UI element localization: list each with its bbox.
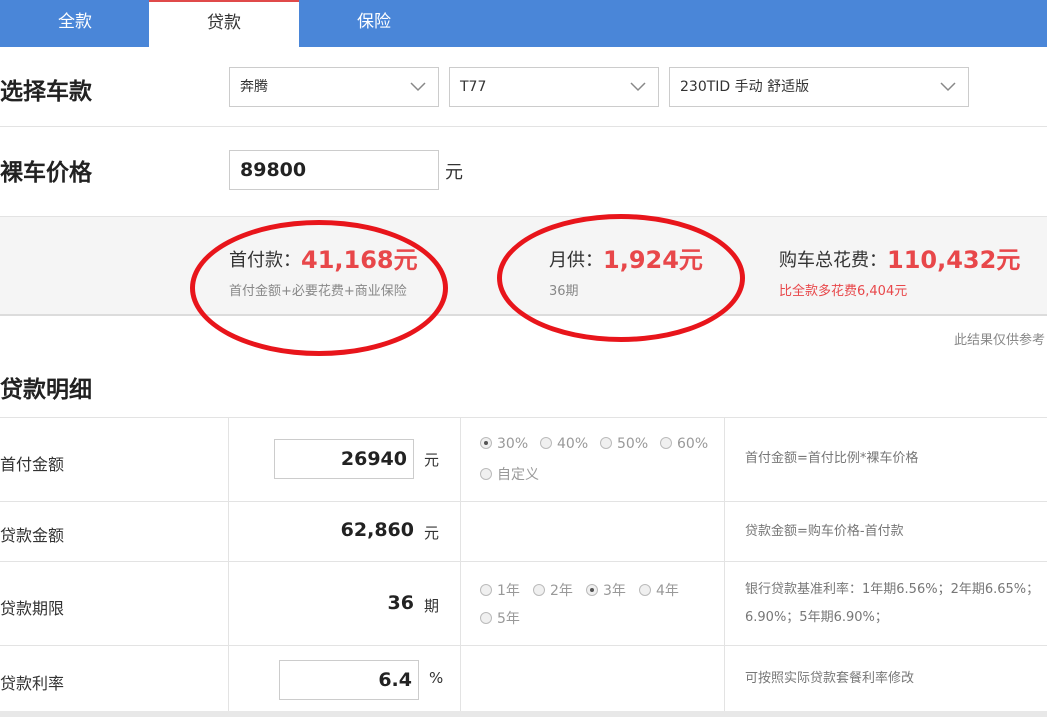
tab-full-payment[interactable]: 全款 xyxy=(0,0,150,47)
bare-price-input[interactable]: 89800 xyxy=(229,150,439,190)
loan-term-1y-radio[interactable]: 1年 xyxy=(480,580,520,600)
radio-dot xyxy=(480,584,492,596)
down-ratio-60-radio[interactable]: 60% xyxy=(660,436,708,452)
radio-label: 30% xyxy=(497,436,529,452)
loan-detail-title: 贷款明细 xyxy=(0,377,92,403)
loan-term-3y-radio[interactable]: 3年 xyxy=(586,580,626,600)
loan-amount-value: 62,860 xyxy=(340,519,414,541)
radio-label: 2年 xyxy=(550,583,573,599)
loan-amount-note: 贷款金额=购车价格-首付款 xyxy=(745,524,904,539)
radio-dot xyxy=(480,468,492,480)
down-payment-label: 首付款： xyxy=(229,250,301,271)
interest-rate-input[interactable]: 6.4 xyxy=(279,660,419,700)
table-border xyxy=(460,417,461,711)
radio-dot xyxy=(533,584,545,596)
interest-rate-unit: % xyxy=(429,669,444,687)
disclaimer-text: 此结果仅供参考 xyxy=(953,333,1045,348)
radio-dot xyxy=(586,584,598,596)
down-amount-note: 首付金额=首付比例*裸车价格 xyxy=(745,451,919,466)
chevron-down-icon xyxy=(410,82,426,92)
down-payment-value: 41,168元 xyxy=(301,246,418,274)
loan-term-label: 贷款期限 xyxy=(0,599,65,618)
brand-select[interactable]: 奔腾 xyxy=(229,67,439,107)
loan-term-note-line1: 银行贷款基准利率：1年期6.56%；2年期6.65%； xyxy=(745,582,1040,597)
down-ratio-40-radio[interactable]: 40% xyxy=(540,436,588,452)
loan-term-unit: 期 xyxy=(424,597,440,615)
brand-select-value: 奔腾 xyxy=(240,79,268,95)
radio-label: 4年 xyxy=(656,583,679,599)
loan-term-4y-radio[interactable]: 4年 xyxy=(639,580,679,600)
total-cost-note: 比全款多花费6,404元 xyxy=(779,284,908,299)
table-border xyxy=(0,501,1047,502)
radio-dot xyxy=(600,437,612,449)
monthly-payment-term: 36期 xyxy=(549,284,579,299)
radio-label: 1年 xyxy=(497,583,520,599)
tab-bar: 全款 贷款 保险 xyxy=(0,0,1047,47)
select-car-label: 选择车款 xyxy=(0,79,92,105)
table-border xyxy=(724,417,725,711)
loan-term-2y-radio[interactable]: 2年 xyxy=(533,580,573,600)
interest-rate-note: 可按照实际贷款套餐利率修改 xyxy=(745,671,915,686)
bare-price-label: 裸车价格 xyxy=(0,160,92,186)
monthly-payment-label: 月供： xyxy=(549,250,603,271)
radio-label: 5年 xyxy=(497,611,520,627)
loan-term-5y-radio[interactable]: 5年 xyxy=(480,608,520,628)
tab-loan[interactable]: 贷款 xyxy=(149,0,299,47)
down-ratio-custom-radio[interactable]: 自定义 xyxy=(480,464,539,484)
down-amount-input[interactable]: 26940 xyxy=(274,439,414,479)
bottom-edge xyxy=(0,711,1047,717)
chevron-down-icon xyxy=(630,82,646,92)
down-ratio-30-radio[interactable]: 30% xyxy=(480,436,528,452)
radio-label: 60% xyxy=(677,436,709,452)
radio-label: 40% xyxy=(557,436,589,452)
down-amount-label: 首付金额 xyxy=(0,455,65,474)
radio-dot xyxy=(540,437,552,449)
radio-dot xyxy=(660,437,672,449)
table-border xyxy=(228,417,229,711)
model-select[interactable]: 230TID 手动 舒适版 xyxy=(669,67,969,107)
loan-amount-unit: 元 xyxy=(424,524,440,542)
total-cost-value: 110,432元 xyxy=(887,246,1021,274)
radio-label: 3年 xyxy=(603,583,626,599)
loan-detail-table: 首付金额 26940 元 30% 40% 50% 60% 自定义 首付金额=首付… xyxy=(0,417,1047,717)
bare-price-unit: 元 xyxy=(445,162,463,183)
loan-term-value: 36 xyxy=(387,592,414,614)
tab-insurance[interactable]: 保险 xyxy=(299,0,449,47)
series-select-value: T77 xyxy=(460,79,487,95)
model-select-value: 230TID 手动 舒适版 xyxy=(680,79,810,95)
table-border xyxy=(0,645,1047,646)
down-amount-unit: 元 xyxy=(424,451,440,469)
monthly-payment-value: 1,924元 xyxy=(603,246,703,274)
radio-label: 50% xyxy=(617,436,649,452)
divider xyxy=(0,126,1047,127)
radio-dot xyxy=(480,437,492,449)
radio-dot xyxy=(480,612,492,624)
series-select[interactable]: T77 xyxy=(449,67,659,107)
interest-rate-label: 贷款利率 xyxy=(0,674,65,693)
loan-term-note-line2: 6.90%；5年期6.90%； xyxy=(745,610,888,625)
down-payment-note: 首付金额+必要花费+商业保险 xyxy=(229,284,407,299)
total-cost-label: 购车总花费： xyxy=(779,250,887,271)
summary-panel: 首付款： 41,168元 首付金额+必要花费+商业保险 月供： 1,924元 3… xyxy=(0,216,1047,316)
table-border xyxy=(0,561,1047,562)
down-ratio-50-radio[interactable]: 50% xyxy=(600,436,648,452)
radio-label: 自定义 xyxy=(497,467,539,483)
table-border xyxy=(0,417,1047,418)
radio-dot xyxy=(639,584,651,596)
chevron-down-icon xyxy=(940,82,956,92)
loan-amount-label: 贷款金额 xyxy=(0,526,65,545)
